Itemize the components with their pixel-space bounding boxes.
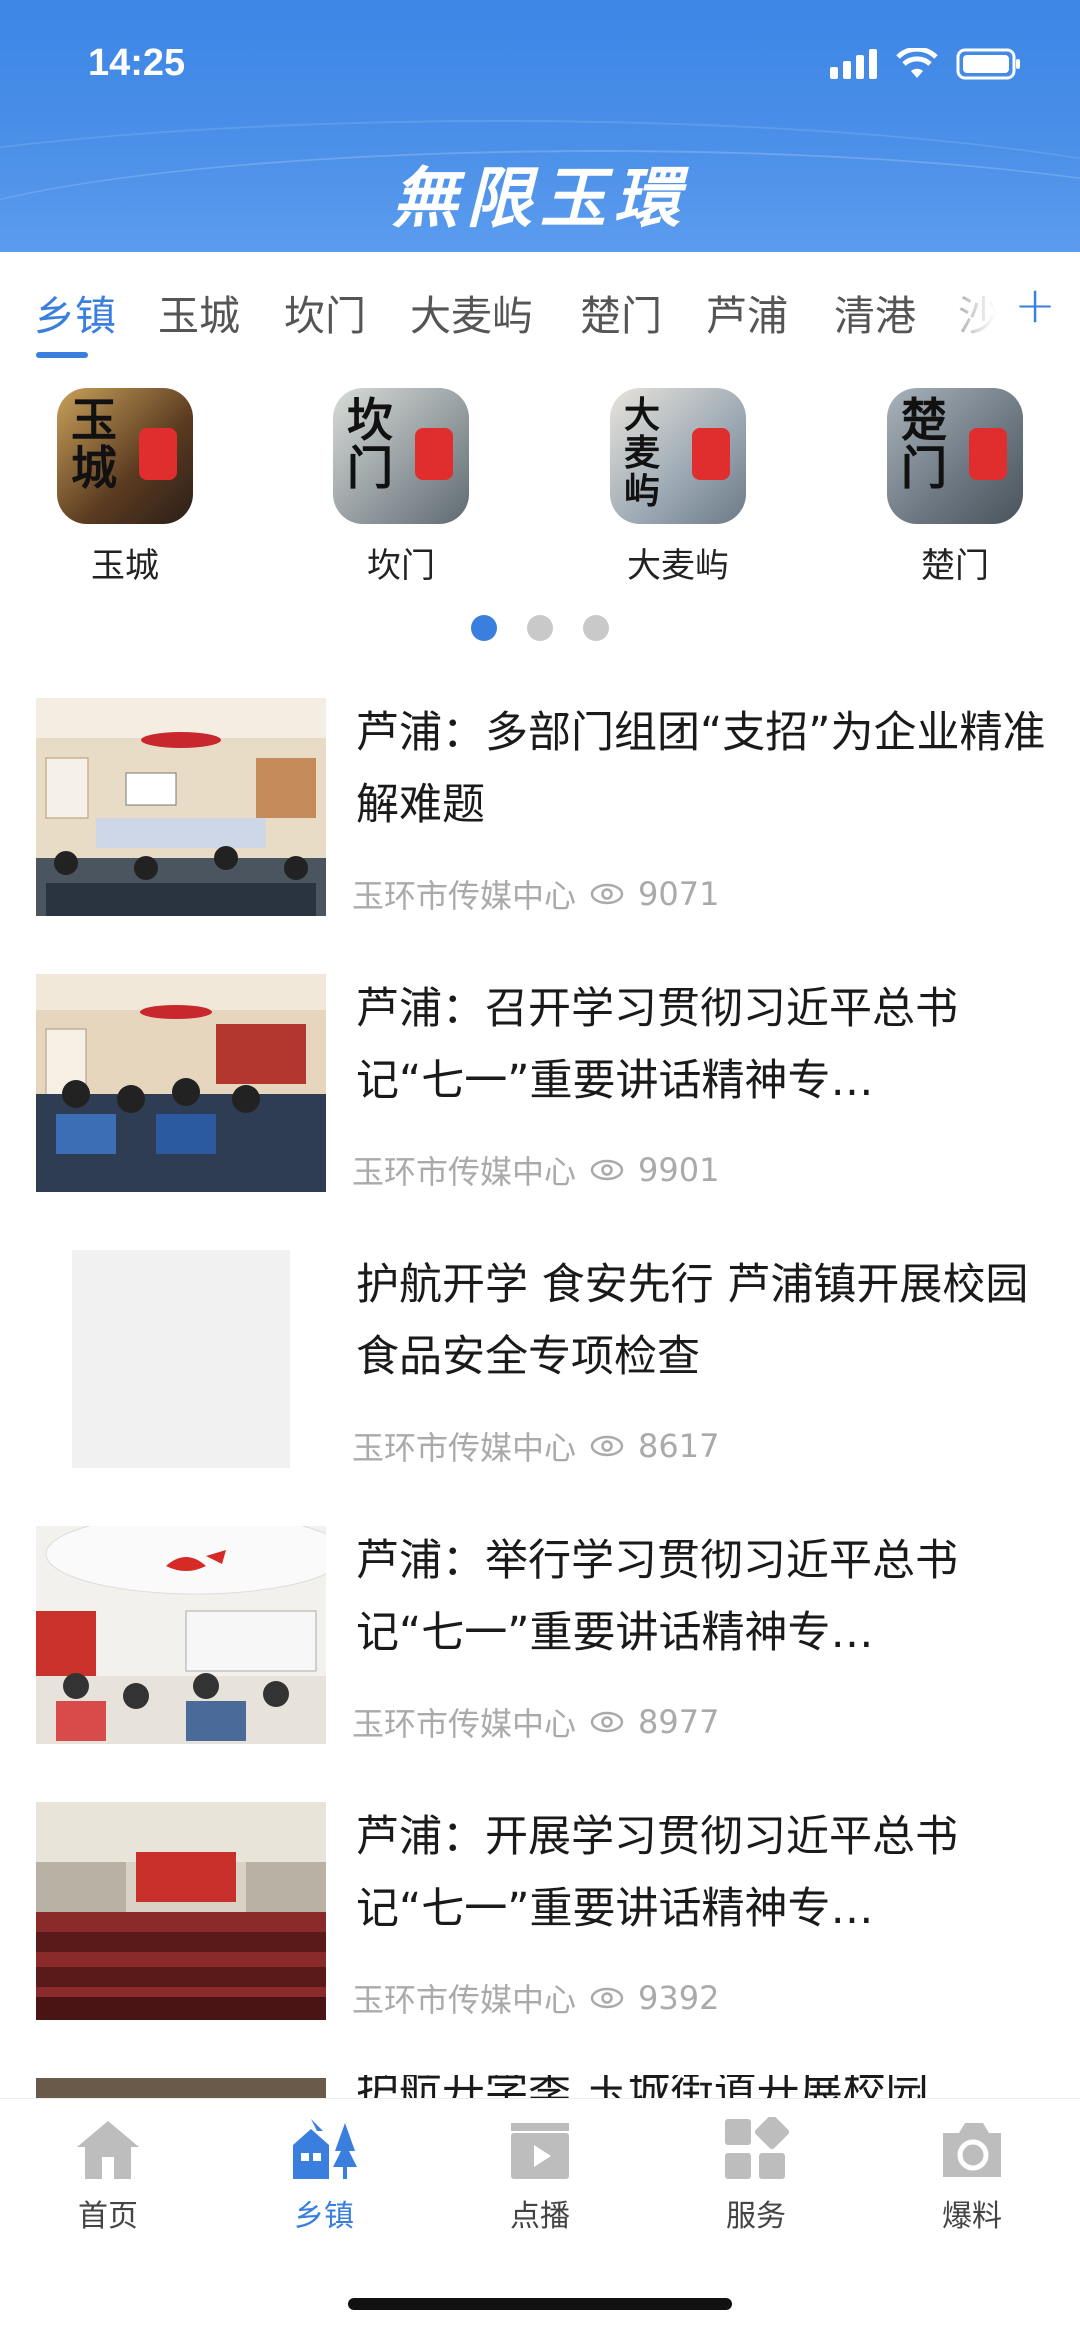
news-meta: 玉环市传媒中心 8617: [352, 1423, 719, 1469]
news-source: 玉环市传媒中心: [352, 1981, 577, 2019]
news-thumbnail: [36, 1802, 326, 2020]
news-item[interactable]: 芦浦：开展学习贯彻习近平总书记“七一”重要讲话精神专… 玉环市传媒中心 9392: [0, 1799, 1080, 2075]
news-title: 护航开学季 玉城街道开展校园: [356, 2075, 1046, 2099]
tab-lupu[interactable]: 芦浦: [706, 282, 788, 342]
tab-vod[interactable]: 点播: [470, 2117, 610, 2235]
signal-icon: [830, 49, 877, 79]
views-icon: [590, 1159, 624, 1181]
tab-report[interactable]: 爆料: [902, 2117, 1042, 2235]
news-item[interactable]: 芦浦：多部门组团“支招”为企业精准解难题 玉环市传媒中心 9071: [0, 695, 1080, 971]
kanmen-logo-icon: 坎门: [333, 388, 469, 524]
town-item-damaiyu[interactable]: 大麦屿 大麦屿: [578, 380, 778, 587]
news-source: 玉环市传媒中心: [352, 1429, 577, 1467]
tab-home[interactable]: 首页: [38, 2117, 178, 2235]
news-views: 8977: [638, 1703, 720, 1741]
news-views: 8617: [638, 1427, 720, 1465]
town-item-kanmen[interactable]: 坎门 坎门: [301, 380, 501, 587]
tab-service[interactable]: 服务: [686, 2114, 826, 2235]
news-source: 玉环市传媒中心: [352, 877, 577, 915]
wifi-icon: [896, 48, 938, 78]
news-views: 9392: [638, 1979, 720, 2017]
page-dot[interactable]: [527, 615, 553, 641]
news-thumbnail: [36, 974, 326, 1192]
grid-icon: [725, 2114, 790, 2179]
news-title: 护航开学 食安先行 芦浦镇开展校园食品安全专项检查: [356, 1260, 1029, 1382]
status-icons: [830, 48, 1022, 80]
news-item[interactable]: 护航开学 食安先行 芦浦镇开展校园食品安全专项检查 玉环市传媒中心 8617: [0, 1247, 1080, 1523]
news-title: 芦浦：举行学习贯彻习近平总书记“七一”重要讲话精神专…: [356, 1536, 958, 1658]
views-icon: [590, 1435, 624, 1457]
news-meta: 玉环市传媒中心 8977: [352, 1699, 719, 1745]
town-icon: [293, 2119, 357, 2179]
news-source: 玉环市传媒中心: [352, 1153, 577, 1191]
news-source: 玉环市传媒中心: [352, 1705, 577, 1743]
carousel-page-indicator: [0, 615, 1080, 641]
camera-icon: [943, 2123, 1001, 2177]
app-header: 14:25 無限玉環: [0, 0, 1080, 252]
news-item[interactable]: 芦浦：举行学习贯彻习近平总书记“七一”重要讲话精神专… 玉环市传媒中心 8977: [0, 1523, 1080, 1799]
views-icon: [590, 1711, 624, 1733]
tab-damaiyu[interactable]: 大麦屿: [410, 282, 533, 342]
news-title: 芦浦：召开学习贯彻习近平总书记“七一”重要讲话精神专…: [356, 984, 958, 1106]
tab-kanmen[interactable]: 坎门: [284, 282, 366, 342]
news-meta: 玉环市传媒中心 9392: [352, 1975, 719, 2021]
news-thumbnail: [36, 698, 326, 916]
home-indicator: [348, 2298, 732, 2310]
home-icon: [77, 2121, 139, 2179]
news-item[interactable]: 护航开学季 玉城街道开展校园: [0, 2075, 1080, 2099]
town-carousel[interactable]: 玉城 玉城 坎门 坎门 大麦屿 大麦屿 楚门 楚门: [0, 380, 1080, 600]
tab-xiangzhen-nav[interactable]: 乡镇: [254, 2117, 394, 2235]
add-channel-icon[interactable]: +: [1014, 276, 1056, 334]
news-thumbnail-placeholder: [72, 1250, 290, 1468]
news-thumbnail: [36, 1526, 326, 1744]
page-dot[interactable]: [471, 615, 497, 641]
tab-qinggang[interactable]: 清港: [834, 282, 916, 342]
tab-yucheng[interactable]: 玉城: [158, 282, 240, 342]
status-time: 14:25: [88, 42, 186, 84]
news-views: 9901: [638, 1151, 720, 1189]
news-meta: 玉环市传媒中心 9071: [352, 871, 719, 917]
yucheng-logo-icon: 玉城: [57, 388, 193, 524]
town-item-chumen[interactable]: 楚门 楚门: [855, 380, 1055, 587]
news-meta: 玉环市传媒中心 9901: [352, 1147, 719, 1193]
news-item[interactable]: 芦浦：召开学习贯彻习近平总书记“七一”重要讲话精神专… 玉环市传媒中心 9901: [0, 971, 1080, 1247]
tab-xiangzhen[interactable]: 乡镇: [34, 282, 116, 342]
news-views: 9071: [638, 875, 720, 913]
views-icon: [590, 883, 624, 905]
tab-chumen[interactable]: 楚门: [580, 282, 662, 342]
video-icon: [511, 2123, 569, 2179]
views-icon: [590, 1987, 624, 2009]
channel-tabs: 乡镇 玉城 坎门 大麦屿 楚门 芦浦 清港 沙 +: [0, 252, 1080, 362]
tab-indicator: [36, 352, 88, 358]
damaiyu-logo-icon: 大麦屿: [610, 388, 746, 524]
news-title: 芦浦：多部门组团“支招”为企业精准解难题: [356, 708, 1046, 830]
chumen-logo-icon: 楚门: [887, 388, 1023, 524]
news-title: 芦浦：开展学习贯彻习近平总书记“七一”重要讲话精神专…: [356, 1812, 958, 1934]
battery-icon: [956, 48, 1020, 80]
town-item-yucheng[interactable]: 玉城 玉城: [25, 380, 225, 587]
app-title: 無限玉環: [392, 159, 688, 237]
page-dot[interactable]: [583, 615, 609, 641]
news-thumbnail: [36, 2078, 326, 2099]
